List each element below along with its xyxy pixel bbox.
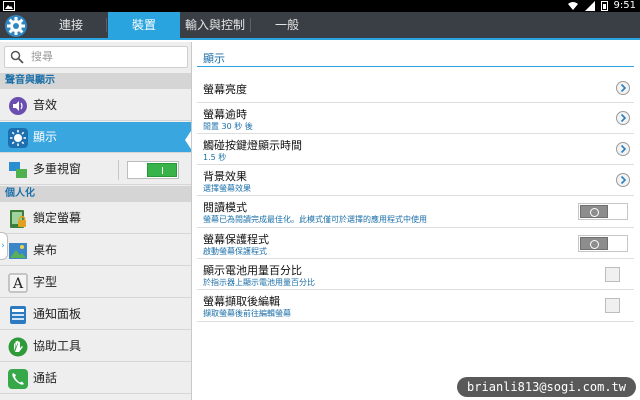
switch-knob [580, 237, 608, 250]
setting-row-battery-percentage[interactable]: 顯示電池用量百分比 於指示器上顯示電池用量百分比 [197, 259, 634, 290]
setting-title: 螢幕保護程式 [203, 233, 269, 246]
setting-row-screensaver[interactable]: 螢幕保護程式 啟動螢幕保護程式 [197, 228, 634, 259]
notification-panel-icon [10, 306, 26, 324]
screensaver-switch[interactable] [578, 235, 628, 252]
accessibility-icon [8, 337, 28, 357]
sidebar-item-sound[interactable]: 音效 [0, 90, 191, 121]
setting-subtitle: 啟動螢幕保護程式 [203, 247, 267, 256]
tab-input-control[interactable]: 輸入與控制 [182, 12, 248, 38]
sidebar-item-lock-screen[interactable]: 鎖定螢幕 [0, 203, 191, 234]
sidebar-item-label: 鎖定螢幕 [33, 211, 82, 225]
chevron-right-icon[interactable] [616, 173, 630, 187]
sidebar-item-display[interactable]: 顯示 [0, 122, 191, 153]
sidebar-item-multi-window[interactable]: 多重視窗 [0, 154, 191, 185]
setting-title: 螢幕亮度 [203, 83, 247, 96]
sidebar-item-label: 字型 [33, 275, 58, 289]
reading-mode-switch[interactable] [578, 203, 628, 220]
svg-text:A: A [12, 276, 24, 292]
title-divider [197, 66, 634, 67]
settings-panel: 顯示 螢幕亮度 螢幕逾時 閒置 30 秒 後 觸碰按鍵燈顯示時間 1.5 秒 背… [193, 42, 640, 400]
status-time: 9:51 [613, 0, 636, 11]
search-input[interactable]: 搜尋 [4, 46, 188, 68]
setting-title: 螢幕擷取後編輯 [203, 295, 280, 308]
status-bar: 9:51 [0, 0, 640, 12]
watermark: brianli813@sogi.com.tw [457, 377, 636, 397]
sound-icon [9, 97, 27, 115]
page-title: 顯示 [203, 52, 225, 65]
setting-subtitle: 螢幕已為閱讀完成最佳化。此模式僅可於選擇的應用程式中使用 [203, 215, 427, 224]
section-header-personal: 個人化 [0, 186, 191, 202]
setting-row-background-effect[interactable]: 背景效果 選擇螢幕效果 [197, 165, 634, 196]
multi-window-switch[interactable] [127, 161, 179, 179]
wallpaper-icon [9, 243, 27, 259]
battery-icon [600, 1, 608, 11]
sidebar-item-font[interactable]: A 字型 [0, 267, 191, 298]
sidebar-item-accessibility[interactable]: 協助工具 [0, 331, 191, 362]
sidebar-item-label: 通知面板 [33, 307, 82, 321]
setting-title: 閱讀模式 [203, 201, 247, 214]
sidebar-item-wallpaper[interactable]: 桌布 [0, 235, 191, 266]
setting-title: 背景效果 [203, 170, 247, 183]
selection-pointer [185, 128, 191, 152]
setting-row-touch-key-light[interactable]: 觸碰按鍵燈顯示時間 1.5 秒 [197, 134, 634, 165]
tab-bar: 連接 裝置 輸入與控制 一般 [0, 12, 640, 40]
display-icon [8, 128, 28, 148]
battery-percentage-checkbox[interactable] [605, 267, 620, 282]
setting-subtitle: 選擇螢幕效果 [203, 184, 251, 193]
setting-title: 螢幕逾時 [203, 108, 247, 121]
sidebar-item-label: 通話 [33, 371, 58, 385]
section-header-sound-display: 聲音與顯示 [0, 73, 191, 89]
sidebar-item-label: 顯示 [33, 130, 58, 144]
sidebar: 搜尋 聲音與顯示 音效 顯示 多重視窗 個人化 鎖定螢幕 桌布 A 字型 通知面… [0, 42, 192, 400]
tab-connections[interactable]: 連接 [38, 12, 104, 38]
search-icon [10, 50, 24, 64]
sidebar-item-call[interactable]: 通話 [0, 363, 191, 394]
sidebar-item-label: 桌布 [33, 243, 58, 257]
wifi-icon [567, 2, 578, 10]
setting-title: 顯示電池用量百分比 [203, 264, 302, 277]
setting-subtitle: 1.5 秒 [203, 153, 227, 162]
tab-device[interactable]: 裝置 [108, 12, 180, 40]
tab-general[interactable]: 一般 [254, 12, 320, 38]
edit-after-capture-checkbox[interactable] [605, 298, 620, 313]
font-icon: A [8, 273, 28, 293]
settings-gear-icon[interactable] [3, 13, 29, 39]
chevron-right-icon[interactable] [616, 111, 630, 125]
setting-subtitle: 於指示器上顯示電池用量百分比 [203, 278, 315, 287]
setting-row-screen-timeout[interactable]: 螢幕逾時 閒置 30 秒 後 [197, 103, 634, 134]
setting-row-edit-after-capture[interactable]: 螢幕擷取後編輯 擷取螢幕後前往編輯螢幕 [197, 290, 634, 322]
tab-divider [106, 18, 107, 32]
call-icon [8, 369, 28, 389]
search-placeholder: 搜尋 [31, 50, 53, 63]
sidebar-item-notification-panel[interactable]: 通知面板 [0, 299, 191, 330]
setting-subtitle: 擷取螢幕後前往編輯螢幕 [203, 309, 291, 318]
setting-subtitle: 閒置 30 秒 後 [203, 122, 253, 131]
tab-divider [250, 18, 251, 32]
edge-panel-handle[interactable]: › [0, 232, 8, 260]
lock-screen-icon [10, 210, 26, 228]
sidebar-item-label: 協助工具 [33, 339, 82, 353]
switch-knob [580, 205, 608, 218]
signal-icon [584, 1, 595, 11]
chevron-right-icon[interactable] [616, 142, 630, 156]
setting-row-brightness[interactable]: 螢幕亮度 [197, 74, 634, 103]
switch-knob [147, 163, 177, 177]
setting-title: 觸碰按鍵燈顯示時間 [203, 139, 302, 152]
multi-window-icon [9, 162, 27, 178]
sidebar-item-label: 音效 [33, 98, 58, 112]
setting-row-reading-mode[interactable]: 閱讀模式 螢幕已為閱讀完成最佳化。此模式僅可於選擇的應用程式中使用 [197, 196, 634, 228]
divider [118, 160, 119, 180]
sidebar-item-label: 多重視窗 [33, 162, 82, 176]
chevron-right-icon[interactable] [616, 81, 630, 95]
gallery-icon [3, 1, 15, 11]
